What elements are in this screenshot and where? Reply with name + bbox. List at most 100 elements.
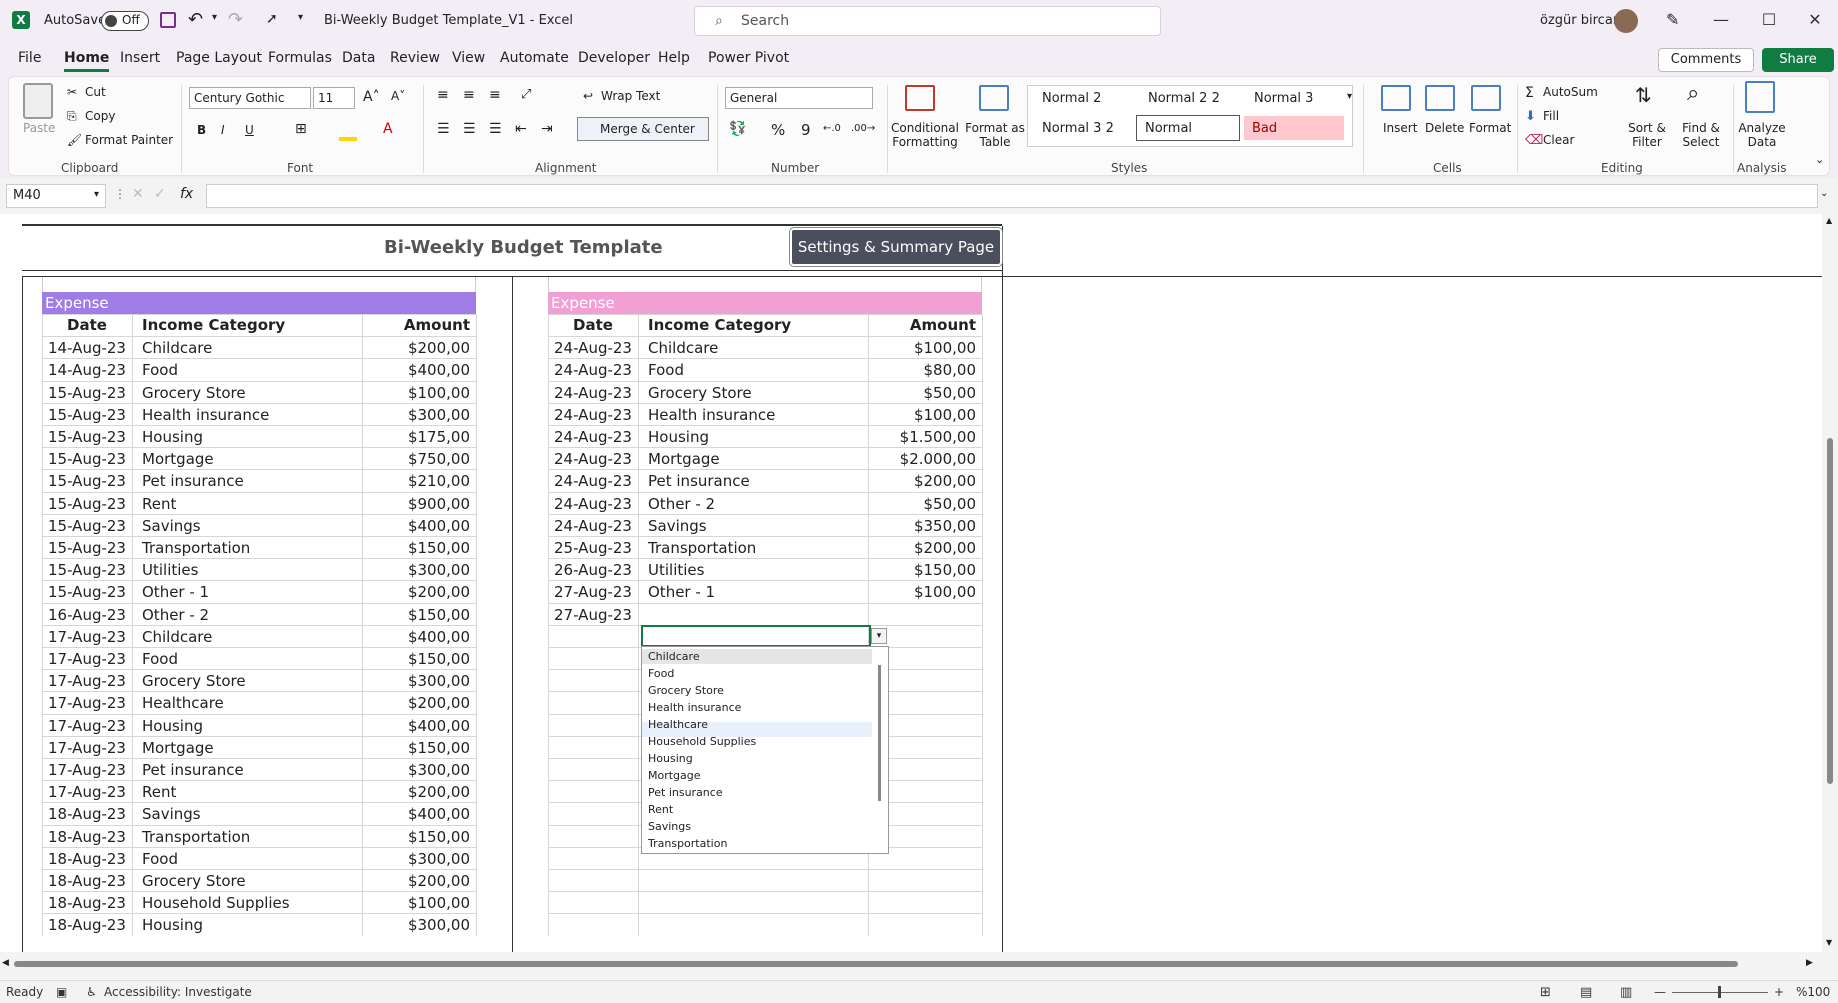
cell-amount[interactable]: $150,00 <box>362 739 470 757</box>
insert-cells-button[interactable]: Insert <box>1383 121 1417 135</box>
gallery-expand-icon[interactable]: ▾ <box>1347 91 1352 102</box>
sort-filter-button[interactable]: Sort & Filter <box>1619 121 1675 149</box>
menu-developer[interactable]: Developer <box>578 50 650 66</box>
cell-date[interactable]: 27-Aug-23 <box>548 606 638 624</box>
style-normal-3-2[interactable]: Normal 3 2 <box>1034 116 1122 141</box>
cell-category[interactable]: Savings <box>142 805 201 823</box>
find-select-icon[interactable]: ⌕ <box>1687 81 1699 106</box>
insert-function-icon[interactable]: fx <box>180 186 193 202</box>
cell-date[interactable]: 18-Aug-23 <box>42 805 132 823</box>
format-as-table-icon[interactable] <box>979 85 1009 111</box>
accessibility-status[interactable]: Accessibility: Investigate <box>104 985 252 999</box>
cell-date[interactable]: 15-Aug-23 <box>42 428 132 446</box>
delete-cells-button[interactable]: Delete <box>1425 121 1464 135</box>
cell-category[interactable]: Mortgage <box>142 450 214 468</box>
paste-label[interactable]: Paste <box>23 121 55 135</box>
cell-amount[interactable]: $50,00 <box>868 384 977 402</box>
cell-date[interactable]: 24-Aug-23 <box>548 339 638 357</box>
cell-category[interactable]: Grocery Store <box>648 384 752 402</box>
cell-amount[interactable]: $200,00 <box>362 783 470 801</box>
cell-category[interactable]: Pet insurance <box>142 761 244 779</box>
cell-date[interactable]: 18-Aug-23 <box>42 894 132 912</box>
expand-formula-icon[interactable]: ⌄ <box>1820 188 1828 199</box>
delete-cells-icon[interactable] <box>1425 85 1455 111</box>
cell-date[interactable]: 24-Aug-23 <box>548 406 638 424</box>
cell-category[interactable]: Food <box>142 361 178 379</box>
paste-icon[interactable] <box>23 83 53 119</box>
active-cell[interactable] <box>641 625 871 647</box>
decrease-decimal-icon[interactable]: .00→ <box>851 123 875 134</box>
cell-category[interactable]: Food <box>142 850 178 868</box>
cell-amount[interactable]: $150,00 <box>362 650 470 668</box>
cell-date[interactable]: 17-Aug-23 <box>42 717 132 735</box>
menu-view[interactable]: View <box>452 50 485 66</box>
cell-category[interactable]: Other - 2 <box>648 495 715 513</box>
cell-amount[interactable]: $1.500,00 <box>868 428 976 446</box>
dropdown-option[interactable]: Household Supplies <box>648 735 756 748</box>
fill-color-icon[interactable] <box>339 137 357 141</box>
cell-category[interactable]: Mortgage <box>648 450 720 468</box>
cell-date[interactable]: 17-Aug-23 <box>42 783 132 801</box>
cell-category[interactable]: Pet insurance <box>648 472 750 490</box>
cell-amount[interactable]: $100,00 <box>868 339 976 357</box>
cell-amount[interactable]: $300,00 <box>362 672 470 690</box>
fill-button[interactable]: Fill <box>1543 109 1559 123</box>
cell-category[interactable]: Childcare <box>648 339 718 357</box>
cell-date[interactable]: 18-Aug-23 <box>42 828 132 846</box>
dropdown-arrow-icon[interactable]: ▾ <box>871 628 887 644</box>
dropdown-option[interactable]: Health insurance <box>648 701 741 714</box>
cell-amount[interactable]: $300,00 <box>362 406 470 424</box>
copy-button[interactable]: Copy <box>85 109 115 123</box>
insert-cells-icon[interactable] <box>1381 85 1411 111</box>
normal-view-icon[interactable]: ⊞ <box>1540 985 1551 1000</box>
dropdown-option[interactable]: Rent <box>648 803 673 816</box>
bold-icon[interactable]: B <box>197 123 206 137</box>
cell-date[interactable]: 26-Aug-23 <box>548 561 638 579</box>
format-as-table-button[interactable]: Format as Table <box>965 121 1025 149</box>
shrink-font-icon[interactable]: A˅ <box>391 89 405 103</box>
cell-amount[interactable]: $150,00 <box>362 539 470 557</box>
cell-category[interactable]: Childcare <box>142 628 212 646</box>
scroll-right-icon[interactable]: ▶ <box>1806 958 1813 968</box>
menu-power-pivot[interactable]: Power Pivot <box>708 50 789 66</box>
cell-amount[interactable]: $210,00 <box>362 472 470 490</box>
cell-date[interactable]: 18-Aug-23 <box>42 916 132 934</box>
cell-amount[interactable]: $400,00 <box>362 628 470 646</box>
cell-amount[interactable]: $750,00 <box>362 450 470 468</box>
redo-icon[interactable]: ↷ <box>228 9 243 30</box>
cell-amount[interactable]: $200,00 <box>868 539 976 557</box>
align-middle-icon[interactable]: ≡ <box>463 87 475 103</box>
percent-icon[interactable]: % <box>771 121 785 139</box>
number-format-combo[interactable]: General <box>725 87 873 109</box>
dropdown-option[interactable]: Savings <box>648 820 691 833</box>
cell-category[interactable]: Health insurance <box>648 406 775 424</box>
cell-amount[interactable]: $100,00 <box>868 406 976 424</box>
cell-category[interactable]: Grocery Store <box>142 672 246 690</box>
style-normal-2-2[interactable]: Normal 2 2 <box>1140 86 1228 111</box>
comma-icon[interactable]: 9 <box>801 121 811 139</box>
align-top-icon[interactable]: ≡ <box>437 87 449 103</box>
align-bottom-icon[interactable]: ≡ <box>489 87 501 103</box>
cell-category[interactable]: Other - 1 <box>648 583 715 601</box>
cell-date[interactable]: 15-Aug-23 <box>42 406 132 424</box>
cell-amount[interactable]: $400,00 <box>362 361 470 379</box>
accounting-icon[interactable]: 💱 <box>729 121 746 137</box>
cell-amount[interactable]: $300,00 <box>362 916 470 934</box>
copy-icon[interactable]: ⎘ <box>67 109 77 124</box>
cell-amount[interactable]: $200,00 <box>362 694 470 712</box>
decrease-indent-icon[interactable]: ⇤ <box>515 121 527 137</box>
cell-date[interactable]: 18-Aug-23 <box>42 872 132 890</box>
search-box[interactable]: ⌕ Search <box>694 6 1161 36</box>
dropdown-option[interactable]: Pet insurance <box>648 786 723 799</box>
merge-center-button[interactable]: Merge & Center <box>577 117 709 141</box>
cell-amount[interactable]: $400,00 <box>362 805 470 823</box>
cell-date[interactable]: 27-Aug-23 <box>548 583 638 601</box>
cell-date[interactable]: 17-Aug-23 <box>42 694 132 712</box>
scroll-down-icon[interactable]: ▼ <box>1826 938 1832 947</box>
grow-font-icon[interactable]: A˄ <box>363 89 380 105</box>
dropdown-option[interactable]: Grocery Store <box>648 684 724 697</box>
style-bad[interactable]: Bad <box>1244 116 1344 140</box>
cell-category[interactable]: Food <box>142 650 178 668</box>
cell-date[interactable]: 24-Aug-23 <box>548 384 638 402</box>
cell-date[interactable]: 17-Aug-23 <box>42 628 132 646</box>
